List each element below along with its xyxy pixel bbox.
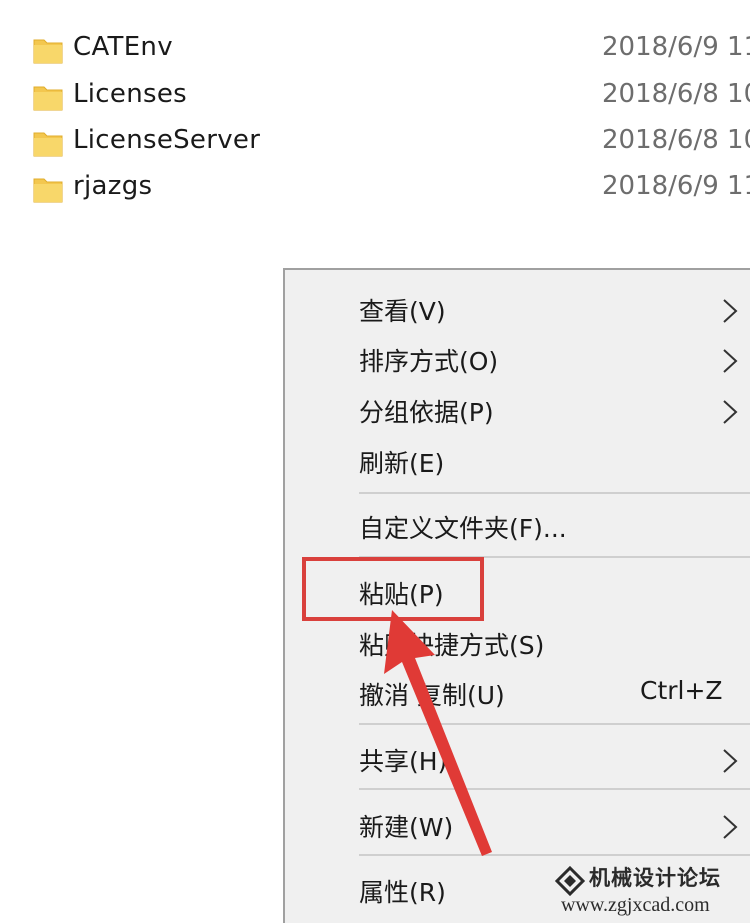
file-name: Licenses: [73, 79, 187, 109]
folder-icon: [33, 39, 63, 64]
menu-item-refresh[interactable]: 刷新(E): [285, 438, 750, 488]
file-date: 2018/6/9 11: [602, 171, 750, 201]
menu-item-customize-folder[interactable]: 自定义文件夹(F)...: [285, 503, 750, 553]
menu-item-paste-shortcut[interactable]: 粘贴快捷方式(S): [285, 620, 750, 670]
file-date: 2018/6/9 11: [602, 32, 750, 62]
file-row-licenses[interactable]: Licenses 2018/6/8 10: [0, 73, 750, 119]
watermark: 机械设计论坛 www.zgjxcad.com: [545, 858, 750, 923]
menu-item-label: 分组依据(P): [359, 398, 494, 427]
watermark-url: www.zgjxcad.com: [561, 894, 710, 916]
chevron-right-icon: [723, 749, 738, 773]
file-name: LicenseServer: [73, 125, 261, 155]
explorer-window: CATEnv 2018/6/9 11 Licenses 2018/6/8 10 …: [0, 0, 750, 923]
file-row-rjazgs[interactable]: rjazgs 2018/6/9 11: [0, 165, 750, 211]
folder-icon: [33, 86, 63, 111]
menu-item-share[interactable]: 共享(H): [285, 736, 750, 786]
menu-item-undo-copy[interactable]: 撤消 复制(U) Ctrl+Z: [285, 670, 750, 720]
menu-item-shortcut: Ctrl+Z: [640, 676, 723, 705]
menu-item-sort-by[interactable]: 排序方式(O): [285, 336, 750, 386]
folder-icon: [33, 132, 63, 157]
file-row-catenv[interactable]: CATEnv 2018/6/9 11: [0, 26, 750, 72]
chevron-right-icon: [723, 815, 738, 839]
forum-logo-icon: [555, 866, 585, 896]
file-name: rjazgs: [73, 171, 153, 201]
menu-item-label: 排序方式(O): [359, 347, 499, 376]
chevron-right-icon: [723, 299, 738, 323]
menu-item-view[interactable]: 查看(V): [285, 286, 750, 336]
file-date: 2018/6/8 10: [602, 125, 750, 155]
watermark-title: 机械设计论坛: [589, 865, 721, 890]
menu-item-label: 刷新(E): [359, 449, 445, 478]
menu-item-label: 查看(V): [359, 297, 446, 326]
menu-separator: [359, 492, 750, 494]
red-arrow-annotation: [384, 610, 492, 856]
chevron-right-icon: [723, 349, 738, 373]
file-row-licenseserver[interactable]: LicenseServer 2018/6/8 10: [0, 119, 750, 165]
file-name: CATEnv: [73, 32, 173, 62]
menu-item-group-by[interactable]: 分组依据(P): [285, 387, 750, 437]
menu-item-label: 属性(R): [359, 878, 446, 907]
file-date: 2018/6/8 10: [602, 79, 750, 109]
menu-item-label: 自定义文件夹(F)...: [359, 514, 567, 543]
folder-icon: [33, 178, 63, 203]
menu-item-new[interactable]: 新建(W): [285, 802, 750, 852]
chevron-right-icon: [723, 400, 738, 424]
